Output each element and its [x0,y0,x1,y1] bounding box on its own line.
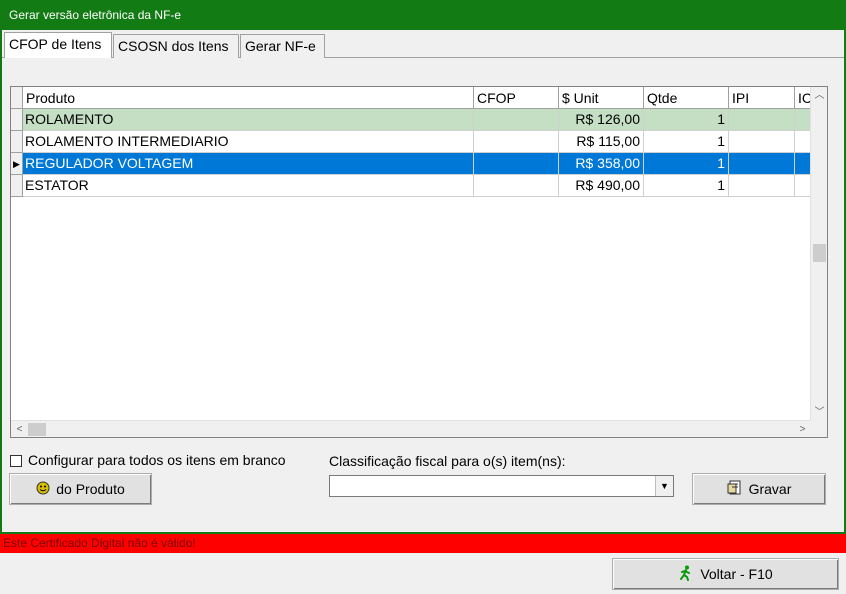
chevron-down-icon[interactable]: ▼ [655,476,673,496]
cell-produto[interactable]: REGULADOR VOLTAGEM [23,153,474,175]
cell-produto[interactable]: ROLAMENTO [23,109,474,131]
status-message: Este Certificado Digital não é válido! [0,534,846,553]
smiley-icon [36,481,50,498]
cell-cfop[interactable] [474,153,559,175]
configurar-checkbox-label: Configurar para todos os itens em branco [28,452,286,468]
col-header-qtde[interactable]: Qtde [644,87,729,109]
cell-ipi[interactable] [729,131,795,153]
cell-unit[interactable]: R$ 126,00 [559,109,644,131]
cell-ic[interactable] [795,175,811,197]
row-indicator[interactable] [11,109,23,131]
horizontal-scroll-thumb[interactable] [28,423,46,436]
table-row[interactable]: ROLAMENTO R$ 126,00 1 [11,109,811,131]
tab-gerar-nfe[interactable]: Gerar NF-e [240,34,325,58]
tab-csosn-itens[interactable]: CSOSN dos Itens [113,34,239,58]
scroll-right-icon[interactable]: > [794,421,811,437]
tab-cfop-itens[interactable]: CFOP de Itens [4,32,112,58]
cell-ic[interactable] [795,131,811,153]
items-grid[interactable]: Produto CFOP $ Unit Qtde IPI IC ROLAMENT… [10,86,828,438]
scroll-down-icon[interactable]: ﹀ [811,404,827,421]
cell-qtde[interactable]: 1 [644,131,729,153]
cell-ipi[interactable] [729,109,795,131]
row-indicator[interactable] [11,175,23,197]
do-produto-button[interactable]: do Produto [9,473,152,505]
row-pointer-icon[interactable]: ▶ [11,153,23,175]
col-header-produto[interactable]: Produto [23,87,474,109]
scroll-corner [810,420,827,437]
table-row[interactable]: ROLAMENTO INTERMEDIARIO R$ 115,00 1 [11,131,811,153]
table-row[interactable]: ESTATOR R$ 490,00 1 [11,175,811,197]
col-header-cfop[interactable]: CFOP [474,87,559,109]
classificacao-label: Classificação fiscal para o(s) item(ns): [329,453,566,469]
gravar-button[interactable]: Gravar [692,473,826,505]
cell-cfop[interactable] [474,131,559,153]
cell-unit[interactable]: R$ 490,00 [559,175,644,197]
voltar-button[interactable]: Voltar - F10 [612,558,839,590]
configurar-checkbox[interactable] [10,455,22,467]
cell-qtde[interactable]: 1 [644,175,729,197]
col-header-ic[interactable]: IC [795,87,811,109]
cell-qtde[interactable]: 1 [644,153,729,175]
cell-cfop[interactable] [474,109,559,131]
running-man-icon [678,565,694,584]
row-indicator[interactable] [11,131,23,153]
classificacao-select[interactable]: ▼ [329,475,674,497]
do-produto-label: do Produto [56,481,125,497]
cell-qtde[interactable]: 1 [644,109,729,131]
cell-ipi[interactable] [729,175,795,197]
cell-ic[interactable] [795,153,811,175]
cell-unit[interactable]: R$ 358,00 [559,153,644,175]
vertical-scroll-thumb[interactable] [813,244,826,262]
window-title: Gerar versão eletrônica da NF-e [0,0,846,30]
cell-produto[interactable]: ESTATOR [23,175,474,197]
save-document-icon [727,480,743,499]
cell-ic[interactable] [795,109,811,131]
col-header-unit[interactable]: $ Unit [559,87,644,109]
header-indicator [11,87,23,109]
gravar-label: Gravar [748,481,792,497]
cell-produto[interactable]: ROLAMENTO INTERMEDIARIO [23,131,474,153]
scroll-left-icon[interactable]: < [11,421,28,437]
cell-unit[interactable]: R$ 115,00 [559,131,644,153]
cell-cfop[interactable] [474,175,559,197]
scroll-up-icon[interactable]: ︿ [811,87,827,104]
vertical-scrollbar[interactable]: ︿ ﹀ [810,87,827,421]
horizontal-scrollbar[interactable]: < > [11,420,811,437]
voltar-label: Voltar - F10 [700,566,773,582]
table-row[interactable]: ▶ REGULADOR VOLTAGEM R$ 358,00 1 [11,153,811,175]
col-header-ipi[interactable]: IPI [729,87,795,109]
cell-ipi[interactable] [729,153,795,175]
